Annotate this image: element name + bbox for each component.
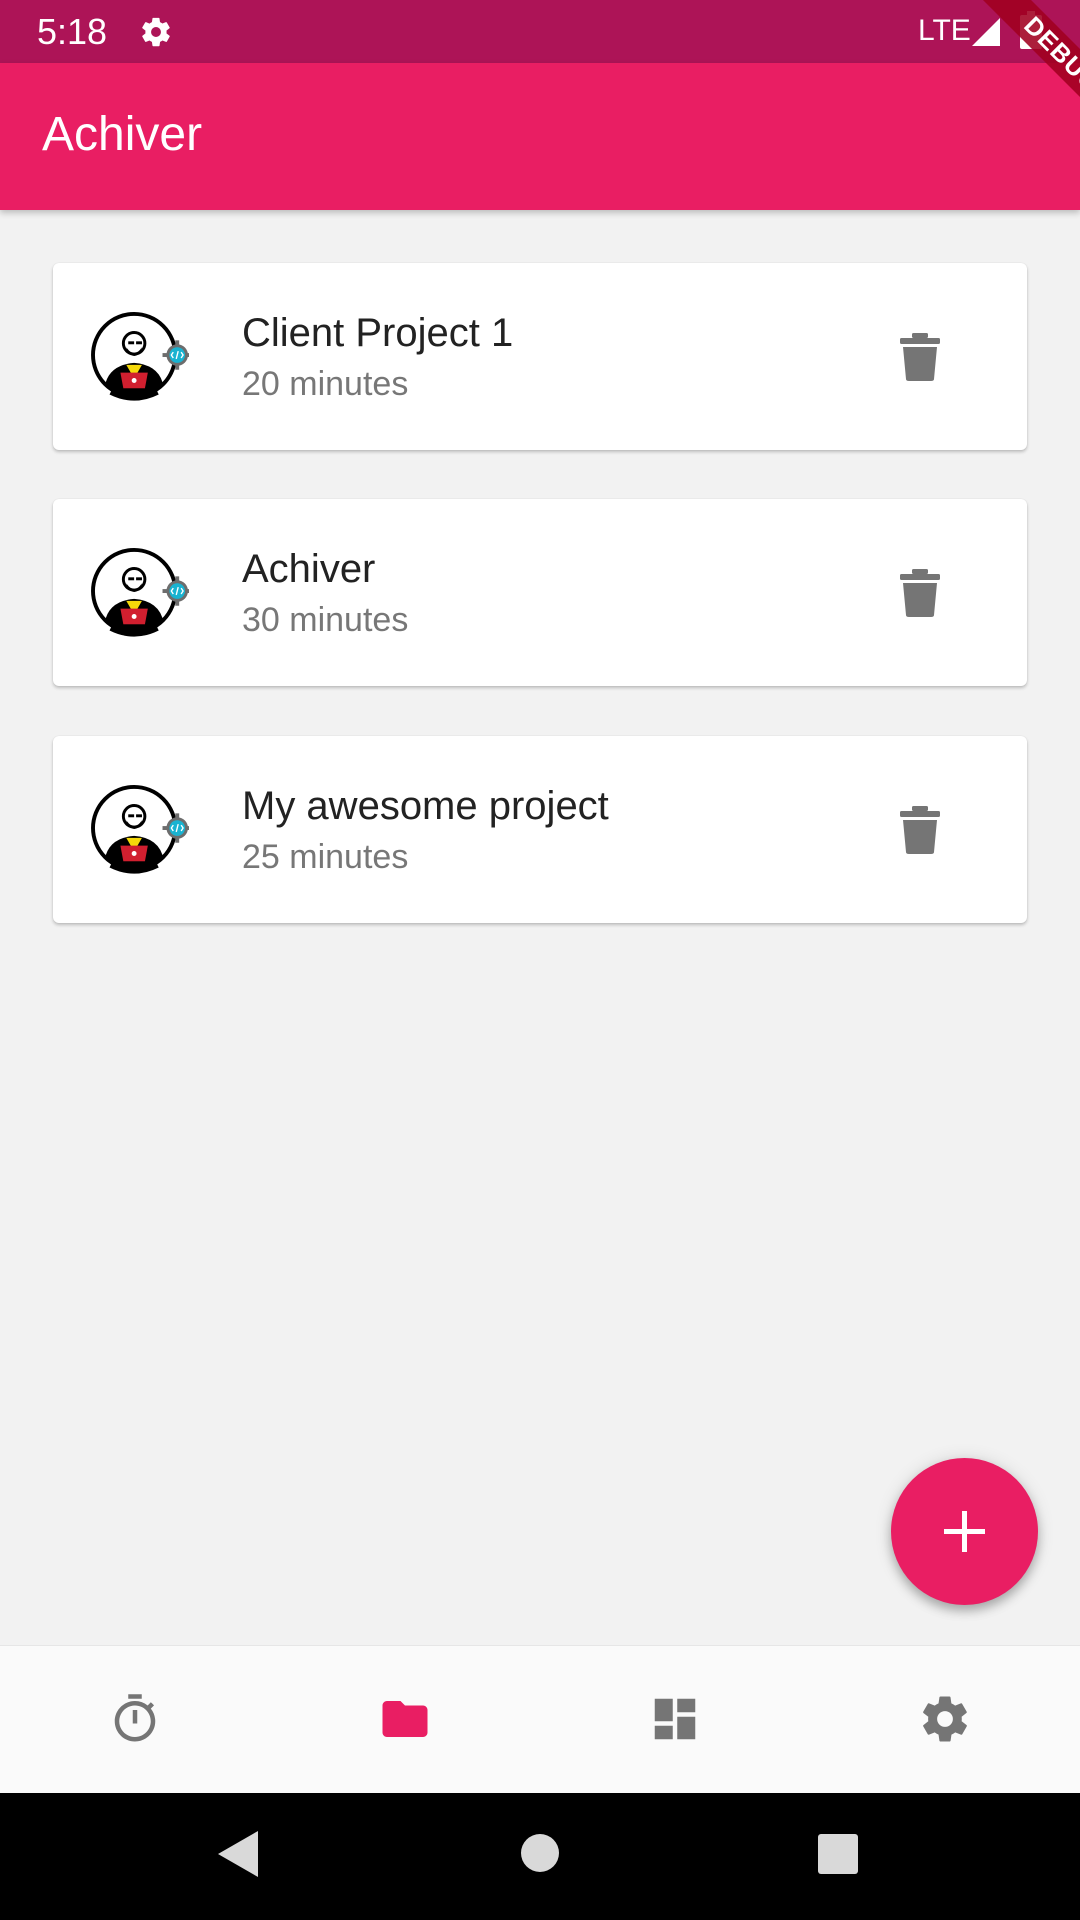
folder-icon [382,1701,428,1737]
signal-icon [972,18,1000,46]
add-project-button[interactable] [891,1458,1038,1605]
nav-item-settings[interactable] [810,1646,1080,1794]
developer-avatar-icon [91,783,189,877]
bottom-navigation [0,1645,1080,1793]
project-duration: 30 minutes [242,601,409,639]
project-duration: 20 minutes [242,365,409,403]
system-navigation-bar [0,1793,1080,1920]
project-name: My awesome project [242,784,609,828]
developer-avatar-icon [91,310,189,404]
nav-item-projects[interactable] [270,1646,540,1794]
dashboard-icon [654,1698,696,1740]
recent-apps-icon[interactable] [818,1834,858,1874]
page-title: Achiver [42,108,203,161]
app-bar: Achiver [0,63,1080,210]
battery-icon [1020,11,1042,49]
project-card[interactable]: My awesome project 25 minutes [53,736,1027,923]
plus-icon [944,1511,985,1552]
gear-icon [142,17,170,47]
project-name: Client Project 1 [242,311,514,355]
trash-icon[interactable] [900,569,940,617]
developer-avatar-icon [91,546,189,640]
nav-item-dashboard[interactable] [540,1646,810,1794]
timer-icon [114,1694,156,1742]
trash-icon[interactable] [900,333,940,381]
status-bar: 5:18 LTE [0,0,1080,63]
nav-item-timer[interactable] [0,1646,270,1794]
status-time: 5:18 [37,11,108,52]
project-card[interactable]: Client Project 1 20 minutes [53,263,1027,450]
project-card[interactable]: Achiver 30 minutes [53,499,1027,686]
home-icon[interactable] [520,1833,560,1873]
trash-icon[interactable] [900,806,940,854]
project-duration: 25 minutes [242,838,409,876]
network-type: LTE [918,14,971,47]
settings-icon [923,1696,967,1742]
back-icon[interactable] [216,1829,260,1879]
project-name: Achiver [242,547,376,591]
